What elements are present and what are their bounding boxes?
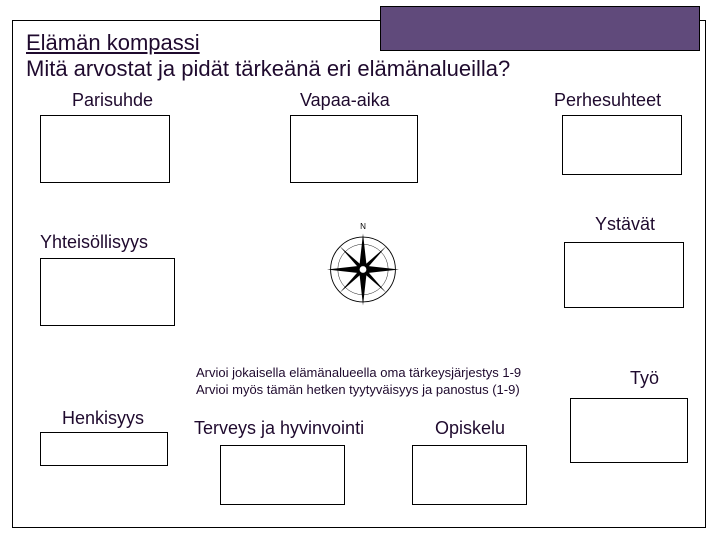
label-yhteisollisyys: Yhteisöllisyys bbox=[40, 232, 148, 253]
label-ystavat: Ystävät bbox=[595, 214, 655, 235]
page-title: Elämän kompassi bbox=[26, 30, 200, 56]
box-yhteisollisyys[interactable] bbox=[40, 258, 175, 326]
label-henkisyys: Henkisyys bbox=[62, 408, 144, 429]
box-parisuhde[interactable] bbox=[40, 115, 170, 183]
label-vapaa-aika: Vapaa-aika bbox=[300, 90, 390, 111]
box-terveys[interactable] bbox=[220, 445, 345, 505]
page-subtitle: Mitä arvostat ja pidät tärkeänä eri eläm… bbox=[26, 56, 510, 82]
label-parisuhde: Parisuhde bbox=[72, 90, 153, 111]
instruction-line-2: Arvioi myös tämän hetken tyytyväisyys ja… bbox=[196, 382, 520, 399]
instruction-line-1: Arvioi jokaisella elämänalueella oma tär… bbox=[196, 365, 521, 382]
decorative-header-box bbox=[380, 6, 700, 51]
box-vapaa-aika[interactable] bbox=[290, 115, 418, 183]
svg-text:N: N bbox=[360, 222, 366, 231]
box-ystavat[interactable] bbox=[564, 242, 684, 308]
label-opiskelu: Opiskelu bbox=[435, 418, 505, 439]
compass-icon: N bbox=[318, 220, 408, 310]
box-tyo[interactable] bbox=[570, 398, 688, 463]
box-opiskelu[interactable] bbox=[412, 445, 527, 505]
label-tyo: Työ bbox=[630, 368, 659, 389]
label-terveys: Terveys ja hyvinvointi bbox=[194, 418, 364, 439]
box-henkisyys[interactable] bbox=[40, 432, 168, 466]
box-perhesuhteet[interactable] bbox=[562, 115, 682, 175]
slide: Elämän kompassi Mitä arvostat ja pidät t… bbox=[0, 0, 720, 540]
label-perhesuhteet: Perhesuhteet bbox=[554, 90, 661, 111]
